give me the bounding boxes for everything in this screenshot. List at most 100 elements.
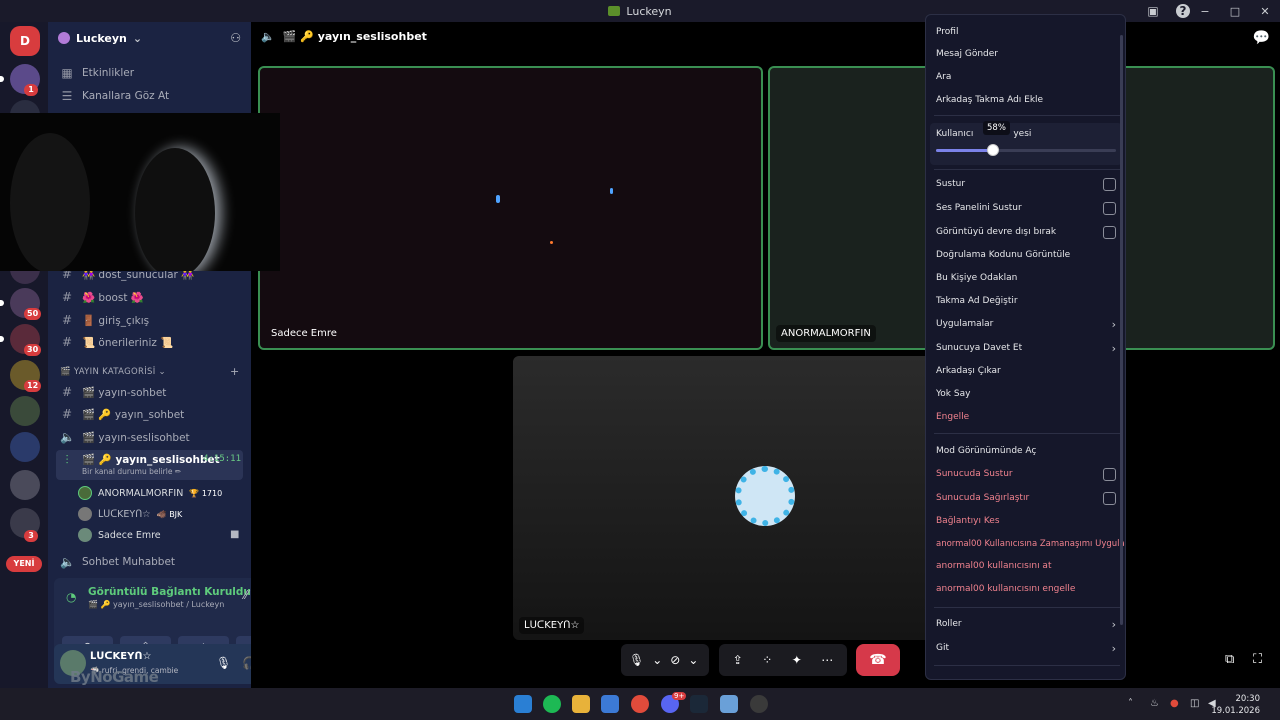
file-explorer-icon[interactable]	[572, 695, 590, 713]
hang-up-button[interactable]: ☎	[856, 644, 900, 676]
voice-user[interactable]: ANORMALMORFIN 🏆 1710	[78, 483, 222, 503]
user-name[interactable]: ᒪᑌᑕKEYᑎ☆	[90, 651, 151, 662]
checkbox[interactable]	[1103, 201, 1116, 215]
microphone-icon[interactable]: 🎙	[216, 656, 231, 670]
popout-icon[interactable]: ⧉	[1225, 652, 1234, 667]
unread-pip	[0, 300, 4, 306]
menu-item-disconnect[interactable]: Bağlantıyı Kes	[936, 512, 1116, 530]
video-tile[interactable]: Sadece Emre	[258, 66, 763, 350]
menu-item-verification-code[interactable]: Doğrulama Kodunu Görüntüle	[936, 246, 1116, 264]
menu-divider	[934, 665, 1120, 666]
signal-icon[interactable]: ◔	[66, 590, 76, 604]
server-icon[interactable]	[10, 470, 40, 500]
menu-item-change-nickname[interactable]: Takma Ad Değiştir	[936, 292, 1116, 310]
menu-item-call[interactable]: Ara	[936, 68, 1116, 86]
menu-scrollbar[interactable]	[1120, 35, 1123, 625]
sidebar-item-events[interactable]: ▦ Etkinlikler	[56, 63, 243, 83]
chat-bubble-icon[interactable]: 💬	[1253, 30, 1270, 46]
menu-item-mute-soundboard[interactable]: Ses Panelini Sustur	[936, 199, 1116, 217]
noise-suppression-icon[interactable]: ⁄⁄	[244, 588, 248, 602]
menu-item-focus[interactable]: Bu Kişiye Odaklan	[936, 269, 1116, 287]
help-icon[interactable]: ?	[1176, 4, 1190, 18]
chevron-right-icon: ›	[1111, 617, 1116, 631]
voice-user[interactable]: ᒪᑌᑕKEYᑎ☆ 🐗 BJK	[78, 504, 182, 524]
tray-chevron-up-icon[interactable]: ˄	[1128, 698, 1133, 709]
menu-item-kick[interactable]: anormal00 kullanıcısını at	[936, 557, 1116, 575]
checkbox[interactable]	[1103, 177, 1116, 191]
taskbar-clock[interactable]: 20:30 19.01.2026	[1211, 693, 1260, 717]
connection-status[interactable]: Görüntülü Bağlantı Kuruldu	[88, 586, 251, 598]
taskbar-badge: 9+	[672, 692, 687, 700]
menu-item-mute[interactable]: Sustur	[936, 175, 1116, 193]
menu-item-server-mute[interactable]: Sunucuda Sustur	[936, 465, 1116, 483]
voice-channel-item[interactable]: 🔈 Sohbet Muhabbet	[56, 552, 243, 572]
menu-item-mod-view[interactable]: Mod Görünümünde Aç	[936, 442, 1116, 460]
connection-channel[interactable]: 🎬 🔑 yayın_seslisohbet / Luckeyn	[88, 600, 224, 609]
add-channel-icon[interactable]: +	[230, 365, 239, 378]
unread-pip	[0, 336, 4, 342]
server-icon[interactable]	[10, 396, 40, 426]
app-icon[interactable]	[720, 695, 738, 713]
close-button[interactable]: ✕	[1250, 5, 1280, 18]
microphone-icon[interactable]: 🎙	[629, 653, 644, 667]
checkbox[interactable]	[1103, 491, 1116, 505]
volume-slider[interactable]	[936, 144, 1116, 156]
menu-item-apps[interactable]: Uygulamalar ›	[936, 315, 1116, 333]
menu-item-roles[interactable]: Roller ›	[936, 615, 1116, 633]
chrome-icon[interactable]	[631, 695, 649, 713]
discord-home-icon[interactable]: D	[10, 26, 40, 56]
steam-icon[interactable]	[690, 695, 708, 713]
voice-activity-icon: ⫶	[65, 453, 69, 467]
store-icon[interactable]	[601, 695, 619, 713]
channel-item[interactable]: # 🎬 yayın-sohbet	[56, 382, 243, 402]
menu-item-friend-nickname[interactable]: Arkadaş Takma Adı Ekle	[936, 91, 1116, 109]
screen-share-icon[interactable]: ▣	[1146, 4, 1160, 18]
menu-item-disable-video[interactable]: Görüntüyü devre dışı bırak	[936, 223, 1116, 241]
app-icon[interactable]	[750, 695, 768, 713]
server-header[interactable]: Luckeyn ⌄ ⚇	[48, 22, 251, 54]
network-icon[interactable]: ◫	[1190, 698, 1199, 709]
soundboard-icon[interactable]: ✦	[792, 653, 802, 667]
spotify-icon[interactable]	[543, 695, 561, 713]
menu-item-ignore[interactable]: Yok Say	[936, 385, 1116, 403]
channel-item[interactable]: # 📜 önerileriniz 📜	[56, 332, 243, 352]
menu-item-ban[interactable]: anormal00 kullanıcısını engelle	[936, 580, 1116, 598]
minimize-button[interactable]: −	[1190, 5, 1220, 18]
microphone-tray-icon[interactable]: ●	[1170, 698, 1179, 709]
avatar	[78, 486, 92, 500]
tile-username: ANORMALMORFIN	[776, 325, 876, 342]
menu-item-remove-friend[interactable]: Arkadaşı Çıkar	[936, 362, 1116, 380]
channel-item[interactable]: # 🌺 boost 🌺	[56, 287, 243, 307]
menu-item-timeout[interactable]: anormal00 Kullanıcısına Zamanaşımı Uygul…	[936, 535, 1125, 553]
chevron-down-icon[interactable]: ⌄	[688, 653, 698, 667]
menu-item-server-deafen[interactable]: Sunucuda Sağırlaştır	[936, 489, 1116, 507]
steam-tray-icon[interactable]: ♨	[1150, 698, 1159, 709]
new-badge[interactable]: YENİ	[6, 556, 42, 572]
channel-item[interactable]: # 🎬 🔑 yayın_sohbet	[56, 404, 243, 424]
menu-item-invite[interactable]: Sunucuya Davet Et ›	[936, 339, 1116, 357]
fullscreen-icon[interactable]: ⛶	[1253, 652, 1262, 667]
windows-start-icon[interactable]	[514, 695, 532, 713]
activities-icon[interactable]: ⁘	[762, 653, 772, 667]
sidebar-item-browse-channels[interactable]: ☰ Kanallara Göz At	[56, 86, 243, 106]
menu-item-message[interactable]: Mesaj Gönder	[936, 45, 1116, 63]
checkbox[interactable]	[1103, 225, 1116, 239]
menu-item-profile[interactable]: Profil	[936, 23, 1116, 41]
maximize-button[interactable]: □	[1220, 5, 1250, 18]
camera-off-icon[interactable]: ⊘	[670, 653, 680, 667]
more-icon[interactable]: ⋯	[821, 653, 833, 667]
channel-item[interactable]: # 🚪 giriş_çıkış	[56, 310, 243, 330]
add-member-icon[interactable]: ⚇	[230, 31, 241, 45]
checkbox[interactable]	[1103, 467, 1116, 481]
voice-channel-item[interactable]: 🔈 🎬 yayın-seslisohbet	[56, 427, 243, 447]
channel-header: 🔈 🎬 🔑 yayın_seslisohbet	[261, 30, 427, 43]
category-header[interactable]: 🎬 YAYIN KATAGORİSİ ⌄	[60, 367, 166, 377]
chevron-down-icon[interactable]: ⌄	[652, 653, 662, 667]
menu-item-block[interactable]: Engelle	[936, 408, 1116, 426]
channel-status-setter[interactable]: Bir kanal durumu belirle ✏	[82, 467, 220, 476]
server-icon[interactable]	[10, 432, 40, 462]
voice-user[interactable]: Sadece Emre	[78, 525, 161, 545]
screen-share-icon[interactable]: ⇪	[733, 653, 743, 667]
volume-knob[interactable]	[987, 144, 999, 156]
menu-item-go[interactable]: Git ›	[936, 639, 1116, 657]
